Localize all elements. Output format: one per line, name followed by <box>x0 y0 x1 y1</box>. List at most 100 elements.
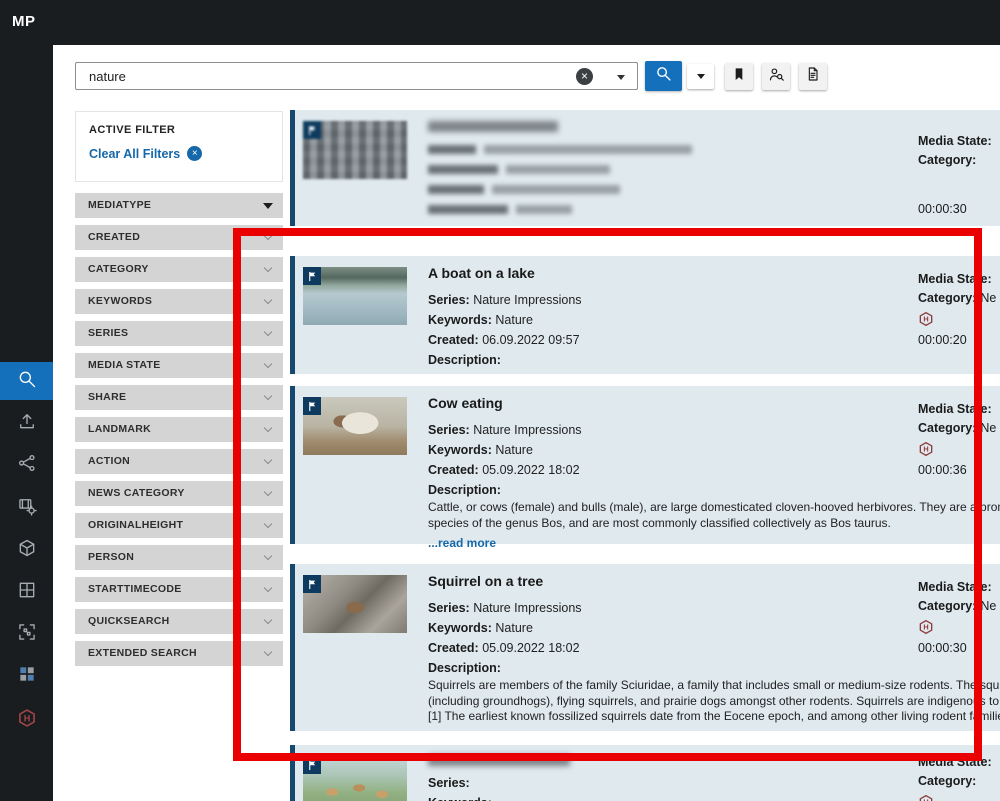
chevron-down-icon <box>697 74 705 79</box>
result-item-partial[interactable]: Series: Keywords: Media State: Category:… <box>290 745 1000 801</box>
filter-group-label: KEYWORDS <box>88 295 152 307</box>
rail-upload-button[interactable] <box>0 404 53 442</box>
result-accent-bar <box>290 745 295 801</box>
media-state-label: Media State: <box>918 132 1000 151</box>
description-line: Squirrels are members of the family Sciu… <box>428 678 1000 694</box>
clear-filters-x-icon[interactable]: × <box>187 146 202 161</box>
bookmark-button[interactable] <box>725 63 753 90</box>
flag-icon <box>303 121 321 139</box>
film-settings-icon <box>17 496 37 521</box>
keywords-label: Keywords: <box>428 313 492 327</box>
filter-group-landmark[interactable]: LANDMARK <box>75 417 283 442</box>
category-label: Category: <box>918 774 976 788</box>
user-search-button[interactable] <box>762 63 790 90</box>
svg-text:H: H <box>23 713 30 723</box>
series-label: Series: <box>428 601 470 615</box>
hexagon-h-icon: H <box>918 619 1000 635</box>
result-item-cow[interactable]: Cow eating Series: Nature Impressions Ke… <box>290 386 1000 544</box>
filter-group-news-category[interactable]: NEWS CATEGORY <box>75 481 283 506</box>
rail-qr-scan-button[interactable] <box>0 615 53 653</box>
filter-group-extended-search[interactable]: EXTENDED SEARCH <box>75 641 283 666</box>
keywords-label: Keywords: <box>428 443 492 457</box>
filter-group-label: PERSON <box>88 551 134 563</box>
chevron-down-icon <box>264 488 272 496</box>
clear-all-filters-label: Clear All Filters <box>89 147 180 161</box>
result-thumbnail[interactable] <box>303 756 407 801</box>
filter-group-person[interactable]: PERSON <box>75 545 283 570</box>
rail-apps-button[interactable] <box>0 657 53 695</box>
rail-media-graph-button[interactable] <box>0 446 53 484</box>
result-accent-bar <box>290 564 295 731</box>
series-value: Nature Impressions <box>473 423 581 437</box>
result-item-squirrel[interactable]: Squirrel on a tree Series: Nature Impres… <box>290 564 1000 731</box>
filter-group-label: LANDMARK <box>88 423 151 435</box>
filter-group-starttimecode[interactable]: STARTTIMECODE <box>75 577 283 602</box>
filter-group-quicksearch[interactable]: QUICKSEARCH <box>75 609 283 634</box>
filter-group-label: ORIGINALHEIGHT <box>88 519 183 531</box>
rail-search-button[interactable] <box>0 362 53 400</box>
left-rail: MP <box>0 0 53 801</box>
duration: 00:00:30 <box>918 639 1000 658</box>
share-nodes-icon <box>17 453 37 478</box>
result-title[interactable]: A boat on a lake <box>428 264 1000 282</box>
redacted-title <box>428 755 570 766</box>
chevron-down-icon <box>264 648 272 656</box>
filter-group-keywords[interactable]: KEYWORDS <box>75 289 283 314</box>
result-thumbnail[interactable] <box>303 121 407 179</box>
duration: 00:00:20 <box>918 331 1000 350</box>
filter-group-label: STARTTIMECODE <box>88 583 182 595</box>
hexagon-h-icon: H <box>918 311 1000 327</box>
rail-media-grid-button[interactable] <box>0 573 53 611</box>
filter-group-label: MEDIA STATE <box>88 359 161 371</box>
result-accent-bar <box>290 256 295 374</box>
rail-cube-button[interactable] <box>0 531 53 569</box>
search-suggestions-caret-icon[interactable] <box>617 75 625 80</box>
result-thumbnail[interactable] <box>303 575 407 633</box>
document-button[interactable] <box>799 63 827 90</box>
filter-group-media-state[interactable]: MEDIA STATE <box>75 353 283 378</box>
description-label: Description: <box>428 483 501 497</box>
rail-media-settings-button[interactable] <box>0 489 53 527</box>
chevron-down-icon <box>264 424 272 432</box>
category-label: Category: <box>918 153 976 167</box>
svg-text:H: H <box>923 445 928 454</box>
search-button[interactable] <box>645 61 682 91</box>
keywords-label: Keywords: <box>428 796 492 801</box>
search-input[interactable] <box>76 63 637 89</box>
chevron-down-icon <box>264 616 272 624</box>
created-label: Created: <box>428 333 479 347</box>
filter-group-mediatype[interactable]: MEDIATYPE <box>75 193 283 218</box>
result-title[interactable]: Cow eating <box>428 394 1000 412</box>
result-title[interactable]: Squirrel on a tree <box>428 572 1000 590</box>
search-options-dropdown-button[interactable] <box>687 64 714 89</box>
result-thumbnail[interactable] <box>303 397 407 455</box>
main-area: × ACTIVE FILTER Clear All Filters × MEDI… <box>53 45 1000 801</box>
rail-hexagon-h-button[interactable]: H <box>0 699 53 737</box>
read-more-link[interactable]: ...read more <box>428 536 1000 550</box>
category-value: Ne <box>980 599 996 613</box>
hexagon-h-icon: H <box>918 441 1000 457</box>
filter-group-category[interactable]: CATEGORY <box>75 257 283 282</box>
filter-group-label: NEWS CATEGORY <box>88 487 185 499</box>
apps-icon <box>17 664 37 689</box>
filter-group-series[interactable]: SERIES <box>75 321 283 346</box>
filter-group-created[interactable]: CREATED <box>75 225 283 250</box>
result-item-redacted[interactable]: Media State: Category: 00:00:30 <box>290 110 1000 226</box>
filter-group-action[interactable]: ACTION <box>75 449 283 474</box>
active-filter-card: ACTIVE FILTER Clear All Filters × <box>75 111 283 182</box>
chevron-down-icon <box>264 552 272 560</box>
cube-icon <box>17 538 37 563</box>
filter-group-originalheight[interactable]: ORIGINALHEIGHT <box>75 513 283 538</box>
hexagon-h-icon: H <box>17 708 37 728</box>
result-accent-bar <box>290 110 295 226</box>
description-line: species of the genus Bos, and are most c… <box>428 516 1000 532</box>
clear-all-filters-link[interactable]: Clear All Filters × <box>89 146 282 161</box>
search-box: × <box>75 62 638 90</box>
created-label: Created: <box>428 463 479 477</box>
filter-group-share[interactable]: SHARE <box>75 385 283 410</box>
result-item-boat[interactable]: A boat on a lake Series: Nature Impressi… <box>290 256 1000 374</box>
clear-search-icon[interactable]: × <box>576 68 593 85</box>
media-state-label: Media State: <box>918 270 1000 289</box>
triangle-down-icon <box>263 203 273 209</box>
result-thumbnail[interactable] <box>303 267 407 325</box>
